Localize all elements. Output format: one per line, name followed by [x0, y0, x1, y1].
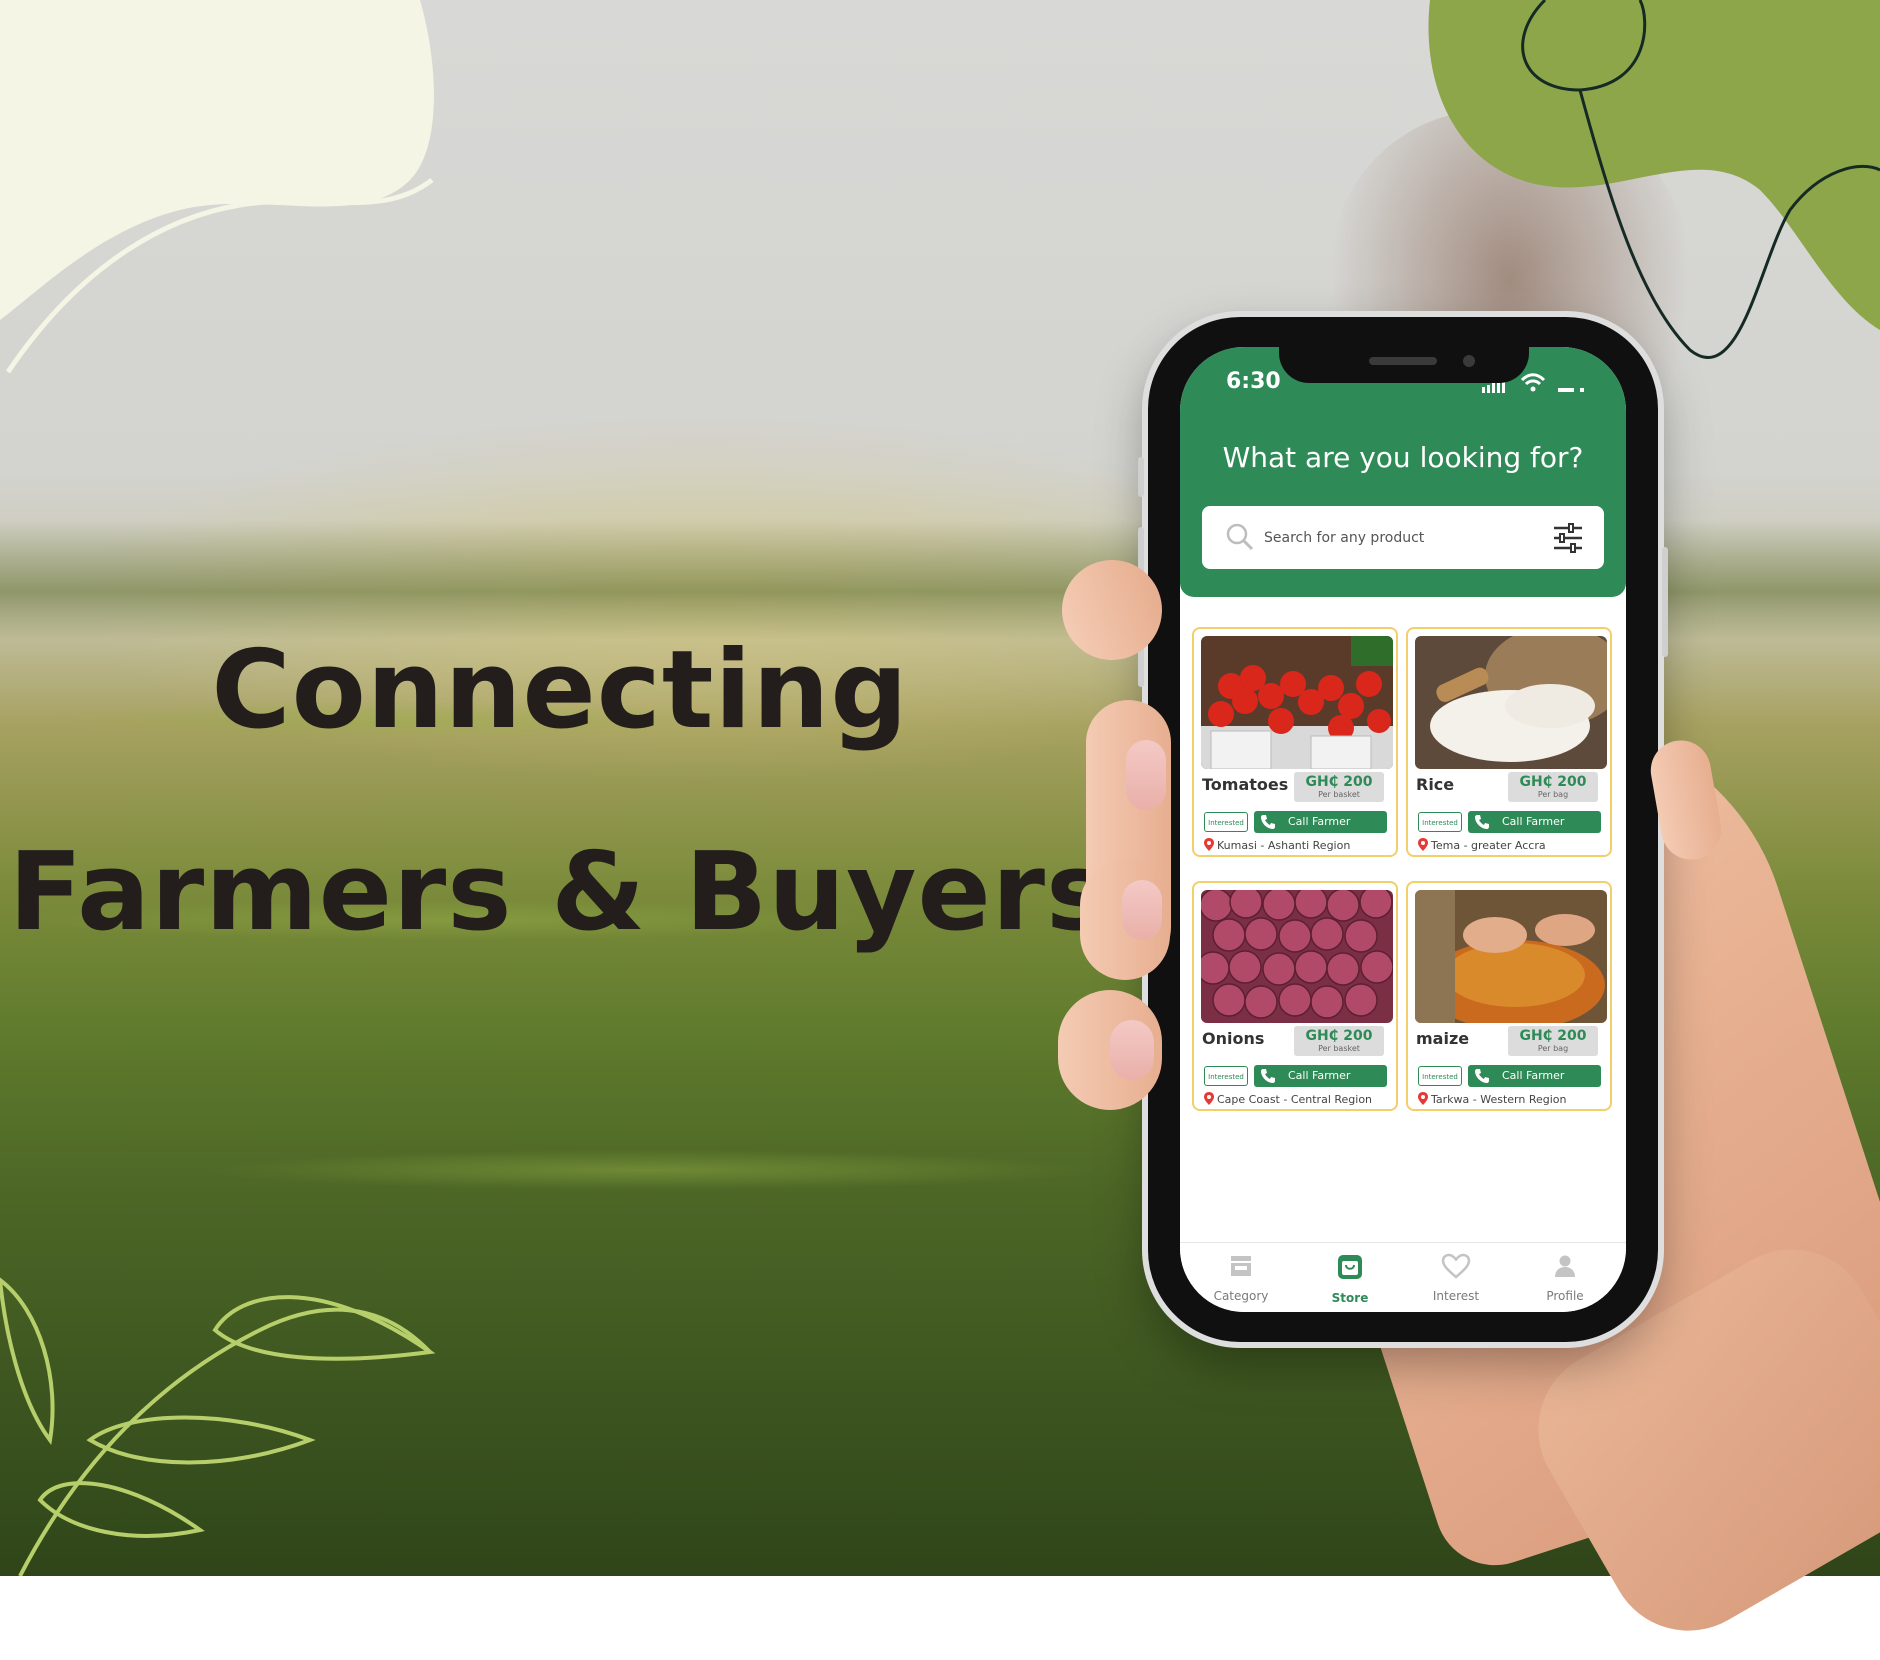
product-name: Tomatoes: [1202, 775, 1289, 794]
middle-finger: [1080, 860, 1170, 980]
tab-label: Profile: [1546, 1289, 1584, 1303]
interested-button[interactable]: Interested: [1418, 812, 1462, 832]
shopping-bag-icon: [1338, 1255, 1362, 1279]
call-farmer-label: Call Farmer: [1288, 1069, 1351, 1082]
call-farmer-button[interactable]: Call Farmer: [1468, 811, 1601, 833]
product-card[interactable]: Tomatoes GH₵ 200 Per basket Interested C…: [1192, 627, 1398, 857]
location-pin-icon: [1418, 838, 1428, 851]
phone-call-icon: [1475, 815, 1489, 829]
call-farmer-button[interactable]: Call Farmer: [1468, 1065, 1601, 1087]
fingernail: [1122, 880, 1162, 940]
price-badge: GH₵ 200 Per basket: [1294, 772, 1384, 802]
product-image-tomatoes: [1201, 636, 1393, 769]
product-image-onions: [1201, 890, 1393, 1023]
product-price: GH₵ 200: [1305, 774, 1373, 790]
phone-device: 6:30 What are you looking for? Search fo…: [1138, 317, 1668, 1342]
phone-call-icon: [1475, 1069, 1489, 1083]
product-price: GH₵ 200: [1305, 1028, 1373, 1044]
status-time: 6:30: [1226, 369, 1281, 394]
interested-button[interactable]: Interested: [1204, 1066, 1248, 1086]
price-unit: Per bag: [1537, 790, 1569, 799]
product-location: Tarkwa - Western Region: [1418, 1092, 1567, 1106]
product-image-rice: [1415, 636, 1607, 769]
search-prompt-title: What are you looking for?: [1222, 441, 1584, 474]
location-text: Tarkwa - Western Region: [1431, 1093, 1567, 1106]
location-pin-icon: [1418, 1092, 1428, 1105]
call-farmer-label: Call Farmer: [1502, 815, 1565, 828]
phone-call-icon: [1261, 1069, 1275, 1083]
tab-profile[interactable]: Profile: [1515, 1253, 1615, 1303]
product-location: Kumasi - Ashanti Region: [1204, 838, 1350, 852]
location-text: Tema - greater Accra: [1431, 839, 1546, 852]
call-farmer-button[interactable]: Call Farmer: [1254, 811, 1387, 833]
location-pin-icon: [1204, 1092, 1214, 1105]
product-card[interactable]: maize GH₵ 200 Per bag Interested Call Fa…: [1406, 881, 1612, 1111]
product-name: maize: [1416, 1029, 1470, 1048]
wifi-icon: [1520, 373, 1546, 392]
location-pin-icon: [1204, 838, 1214, 851]
tab-label: Store: [1331, 1291, 1369, 1305]
phone-call-icon: [1261, 815, 1275, 829]
fingernail: [1126, 740, 1166, 810]
product-location: Tema - greater Accra: [1418, 838, 1546, 852]
interested-button[interactable]: Interested: [1418, 1066, 1462, 1086]
store-icon: [1231, 1256, 1251, 1276]
product-card[interactable]: Onions GH₵ 200 Per basket Interested Cal…: [1192, 881, 1398, 1111]
filter-icon[interactable]: [1552, 522, 1584, 554]
front-camera: [1463, 355, 1475, 367]
price-unit: Per basket: [1318, 790, 1360, 799]
location-text: Cape Coast - Central Region: [1217, 1093, 1373, 1106]
call-farmer-button[interactable]: Call Farmer: [1254, 1065, 1387, 1087]
product-image-maize: [1415, 890, 1607, 1023]
power-button: [1662, 547, 1668, 657]
search-icon: [1226, 523, 1254, 551]
notch: [1279, 347, 1529, 383]
call-farmer-label: Call Farmer: [1502, 1069, 1565, 1082]
product-location: Cape Coast - Central Region: [1204, 1092, 1372, 1106]
product-name: Rice: [1416, 775, 1455, 794]
person-icon: [1555, 1255, 1575, 1277]
location-text: Kumasi - Ashanti Region: [1217, 839, 1351, 852]
call-farmer-label: Call Farmer: [1288, 815, 1351, 828]
tab-label: Interest: [1432, 1289, 1480, 1303]
product-price: GH₵ 200: [1519, 774, 1587, 790]
search-input[interactable]: [1262, 522, 1536, 554]
price-unit: Per bag: [1537, 1044, 1569, 1053]
tab-store[interactable]: Store: [1300, 1253, 1400, 1305]
ring-finger: [1058, 990, 1162, 1110]
fingernail: [1110, 1020, 1154, 1080]
product-price: GH₵ 200: [1519, 1028, 1587, 1044]
battery-icon: [1558, 388, 1584, 392]
product-name: Onions: [1202, 1029, 1265, 1048]
heart-icon: [1441, 1253, 1471, 1279]
headline-line-1: Connecting: [211, 628, 909, 753]
tab-category[interactable]: Category: [1191, 1253, 1291, 1303]
phone-screen: 6:30 What are you looking for? Search fo…: [1180, 347, 1626, 1312]
app-header: 6:30 What are you looking for?: [1180, 347, 1626, 597]
search-bar: [1202, 506, 1604, 569]
bottom-tab-bar: Category Store Interest Profile: [1180, 1242, 1626, 1312]
price-unit: Per basket: [1318, 1044, 1360, 1053]
product-card[interactable]: Rice GH₵ 200 Per bag Interested Call Far…: [1406, 627, 1612, 857]
interested-button[interactable]: Interested: [1204, 812, 1248, 832]
tab-interest[interactable]: Interest: [1406, 1253, 1506, 1303]
price-badge: GH₵ 200 Per basket: [1294, 1026, 1384, 1056]
mute-switch: [1138, 457, 1144, 497]
price-badge: GH₵ 200 Per bag: [1508, 772, 1598, 802]
speaker-grille: [1369, 357, 1437, 365]
price-badge: GH₵ 200 Per bag: [1508, 1026, 1598, 1056]
headline-line-2: Farmers & Buyers: [8, 830, 1112, 955]
tab-label: Category: [1213, 1289, 1269, 1303]
